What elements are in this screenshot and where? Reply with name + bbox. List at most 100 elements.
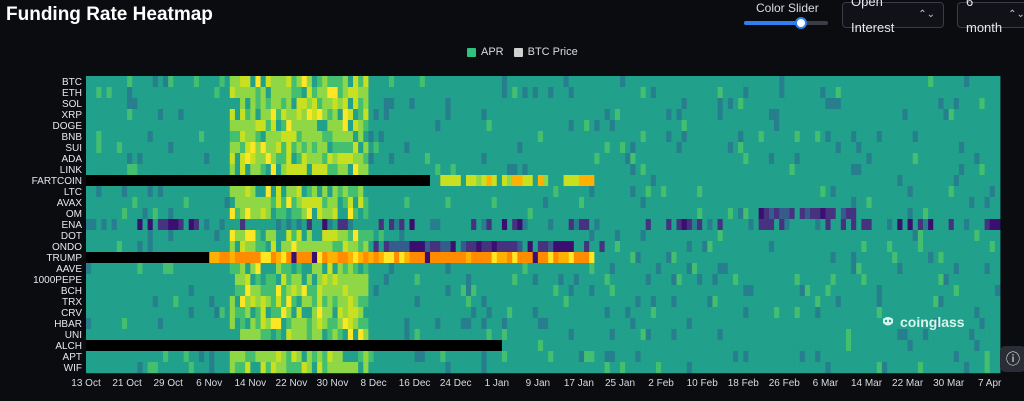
heatmap-cell <box>270 340 277 352</box>
heatmap-cell <box>250 87 256 99</box>
heatmap-cell <box>568 208 575 220</box>
heatmap-cell <box>275 142 282 154</box>
heatmap-cell <box>229 142 236 154</box>
heatmap-cell <box>938 153 944 165</box>
heatmap-cell <box>845 296 852 308</box>
heatmap-cell <box>512 219 518 231</box>
heatmap-cell <box>697 208 703 220</box>
heatmap-cell <box>748 230 754 242</box>
heatmap-cell <box>666 208 672 220</box>
heatmap-cell <box>96 197 102 209</box>
heatmap-cell <box>835 175 842 187</box>
heatmap-cell <box>440 252 446 264</box>
heatmap-cell <box>933 263 939 275</box>
heatmap-cell <box>435 362 441 374</box>
heatmap-cell <box>825 340 831 352</box>
heatmap-cell <box>702 164 708 176</box>
heatmap-cell <box>281 131 287 143</box>
heatmap-cell <box>496 153 503 165</box>
heatmap-cell <box>707 362 713 374</box>
heatmap-cell <box>250 318 256 330</box>
heatmap-cell <box>727 362 734 374</box>
heatmap-cell <box>774 252 780 264</box>
heatmap-cell <box>116 186 123 198</box>
heatmap-cell <box>517 98 523 110</box>
heatmap-cell <box>866 208 873 220</box>
heatmap-cell <box>111 164 118 176</box>
heatmap-cell <box>933 252 939 264</box>
heatmap-cell <box>553 241 559 253</box>
heatmap-cell <box>866 241 873 253</box>
heatmap-cell <box>969 351 975 363</box>
heatmap-cell <box>989 340 996 352</box>
heatmap-cell <box>943 186 950 198</box>
heatmap-cell <box>481 340 487 352</box>
heatmap-cell <box>409 351 416 363</box>
heatmap-cell <box>815 230 821 242</box>
heatmap-cell <box>584 142 590 154</box>
heatmap-cell <box>686 351 693 363</box>
heatmap-cell <box>517 197 523 209</box>
heatmap-cell <box>697 109 703 121</box>
heatmap-cell <box>460 263 467 275</box>
heatmap-cell <box>204 296 210 308</box>
heatmap-cell <box>727 76 734 88</box>
heatmap-cell <box>337 318 344 330</box>
heatmap-cell <box>979 76 985 88</box>
heatmap-cell <box>804 109 811 121</box>
heatmap-cell <box>984 340 991 352</box>
heatmap-cell <box>820 351 826 363</box>
heatmap-cell <box>558 340 564 352</box>
heatmap-cell <box>840 131 847 143</box>
heatmap-cell <box>234 164 241 176</box>
heatmap-cell <box>784 307 790 319</box>
heatmap-cell <box>414 142 421 154</box>
heatmap-cell <box>969 142 975 154</box>
heatmap-cell <box>121 351 128 363</box>
heatmap-cell <box>419 109 426 121</box>
heatmap-cell <box>702 87 708 99</box>
heatmap-cell <box>892 362 898 374</box>
heatmap-cell <box>599 274 606 286</box>
heatmap-cell <box>784 120 790 132</box>
heatmap-cell <box>871 307 878 319</box>
heatmap-cell <box>301 274 308 286</box>
heatmap-cell <box>543 274 549 286</box>
heatmap-cell <box>116 142 123 154</box>
heatmap-cell <box>722 241 729 253</box>
heatmap-cell <box>527 362 534 374</box>
heatmap-cell <box>912 153 919 165</box>
heatmap-cell <box>845 329 852 341</box>
heatmap-cell <box>193 263 200 275</box>
heatmap-cell <box>450 285 457 297</box>
heatmap-cell <box>784 296 790 308</box>
heatmap-cell <box>465 263 472 275</box>
heatmap-cell <box>881 98 888 110</box>
heatmap-cell <box>943 274 950 286</box>
heatmap-cell <box>635 285 641 297</box>
help-button[interactable]: ⓘ <box>1000 346 1024 372</box>
heatmap-cell <box>234 98 241 110</box>
heatmap-cell <box>301 252 308 264</box>
heatmap-cell <box>763 318 770 330</box>
heatmap-cell <box>799 340 806 352</box>
heatmap-cell <box>281 120 287 132</box>
heatmap-cell <box>768 208 775 220</box>
heatmap-cell <box>630 186 636 198</box>
heatmap-cell <box>512 98 518 110</box>
heatmap-cell <box>768 340 775 352</box>
heatmap-cell <box>394 263 400 275</box>
heatmap-cell <box>727 208 734 220</box>
heatmap-cell <box>399 362 405 374</box>
heatmap-cell <box>275 109 282 121</box>
heatmap-cell <box>91 329 97 341</box>
heatmap-cell <box>111 296 118 308</box>
heatmap-cell <box>722 263 729 275</box>
heatmap-cell <box>142 164 149 176</box>
heatmap-cell <box>989 296 996 308</box>
heatmap-cell <box>193 87 200 99</box>
heatmap-cell <box>984 241 991 253</box>
heatmap-cell <box>645 362 652 374</box>
heatmap-cell <box>91 296 97 308</box>
heatmap-cell <box>270 142 277 154</box>
